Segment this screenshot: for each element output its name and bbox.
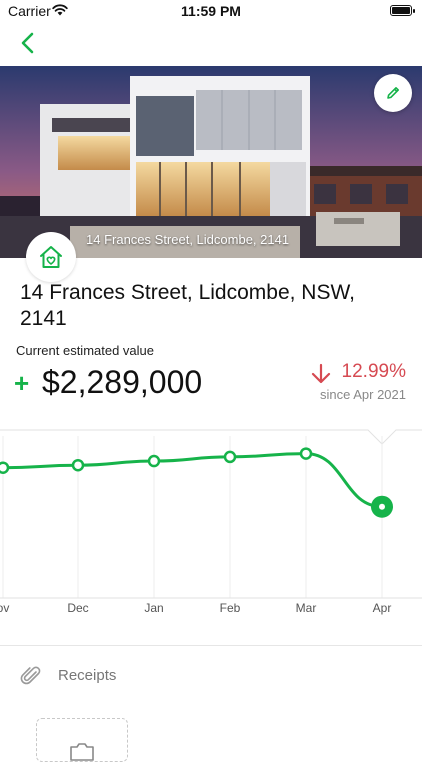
- property-badge: [26, 232, 76, 282]
- chevron-left-icon: [21, 32, 34, 54]
- chart-tick-label: Jan: [144, 601, 163, 615]
- property-photo: [0, 66, 422, 258]
- chart-point-0: [0, 461, 10, 474]
- chart-tick-label: Apr: [373, 601, 392, 615]
- value-history-chart[interactable]: ov Dec Jan Feb Mar Apr: [0, 422, 422, 618]
- add-receipt-button[interactable]: [36, 718, 128, 762]
- chart-point-selected-center: [379, 503, 385, 510]
- value-change-since: since Apr 2021: [319, 387, 406, 402]
- value-label: Current estimated value: [16, 343, 155, 358]
- chart-tick-label: Feb: [220, 601, 241, 615]
- chart-point-4: [299, 447, 313, 460]
- value-change-percent: 12.99%: [341, 361, 406, 382]
- back-button[interactable]: [14, 28, 44, 58]
- home-heart-icon: [40, 246, 62, 268]
- chart-series-line: [1, 452, 384, 509]
- chart-top-border: [0, 429, 422, 445]
- chart-point-2: [147, 454, 161, 468]
- chart-point-3: [223, 450, 237, 464]
- chart-tick-label: Mar: [296, 601, 317, 615]
- estimated-value: $2,289,000: [42, 364, 203, 400]
- plus-icon: +: [14, 368, 30, 398]
- photo-caption: 14 Frances Street, Lidcombe, 2141: [86, 232, 290, 247]
- camera-icon: [70, 743, 94, 761]
- chart-point-1: [71, 458, 85, 472]
- battery-icon: [390, 5, 415, 16]
- paperclip-icon: [20, 666, 41, 685]
- chart-tick-label: Dec: [67, 601, 88, 615]
- property-address: 14 Frances Street, Lidcombe, NSW, 2141: [20, 281, 355, 330]
- pencil-icon: [387, 87, 399, 99]
- status-bar: Carrier 11:59 PM: [0, 0, 422, 22]
- arrow-down-icon: [311, 363, 331, 384]
- edit-button[interactable]: [374, 74, 412, 112]
- receipts-label: Receipts: [58, 667, 117, 684]
- section-divider: [0, 645, 422, 646]
- chart-tick-label: ov: [0, 601, 9, 615]
- clock: 11:59 PM: [181, 3, 241, 19]
